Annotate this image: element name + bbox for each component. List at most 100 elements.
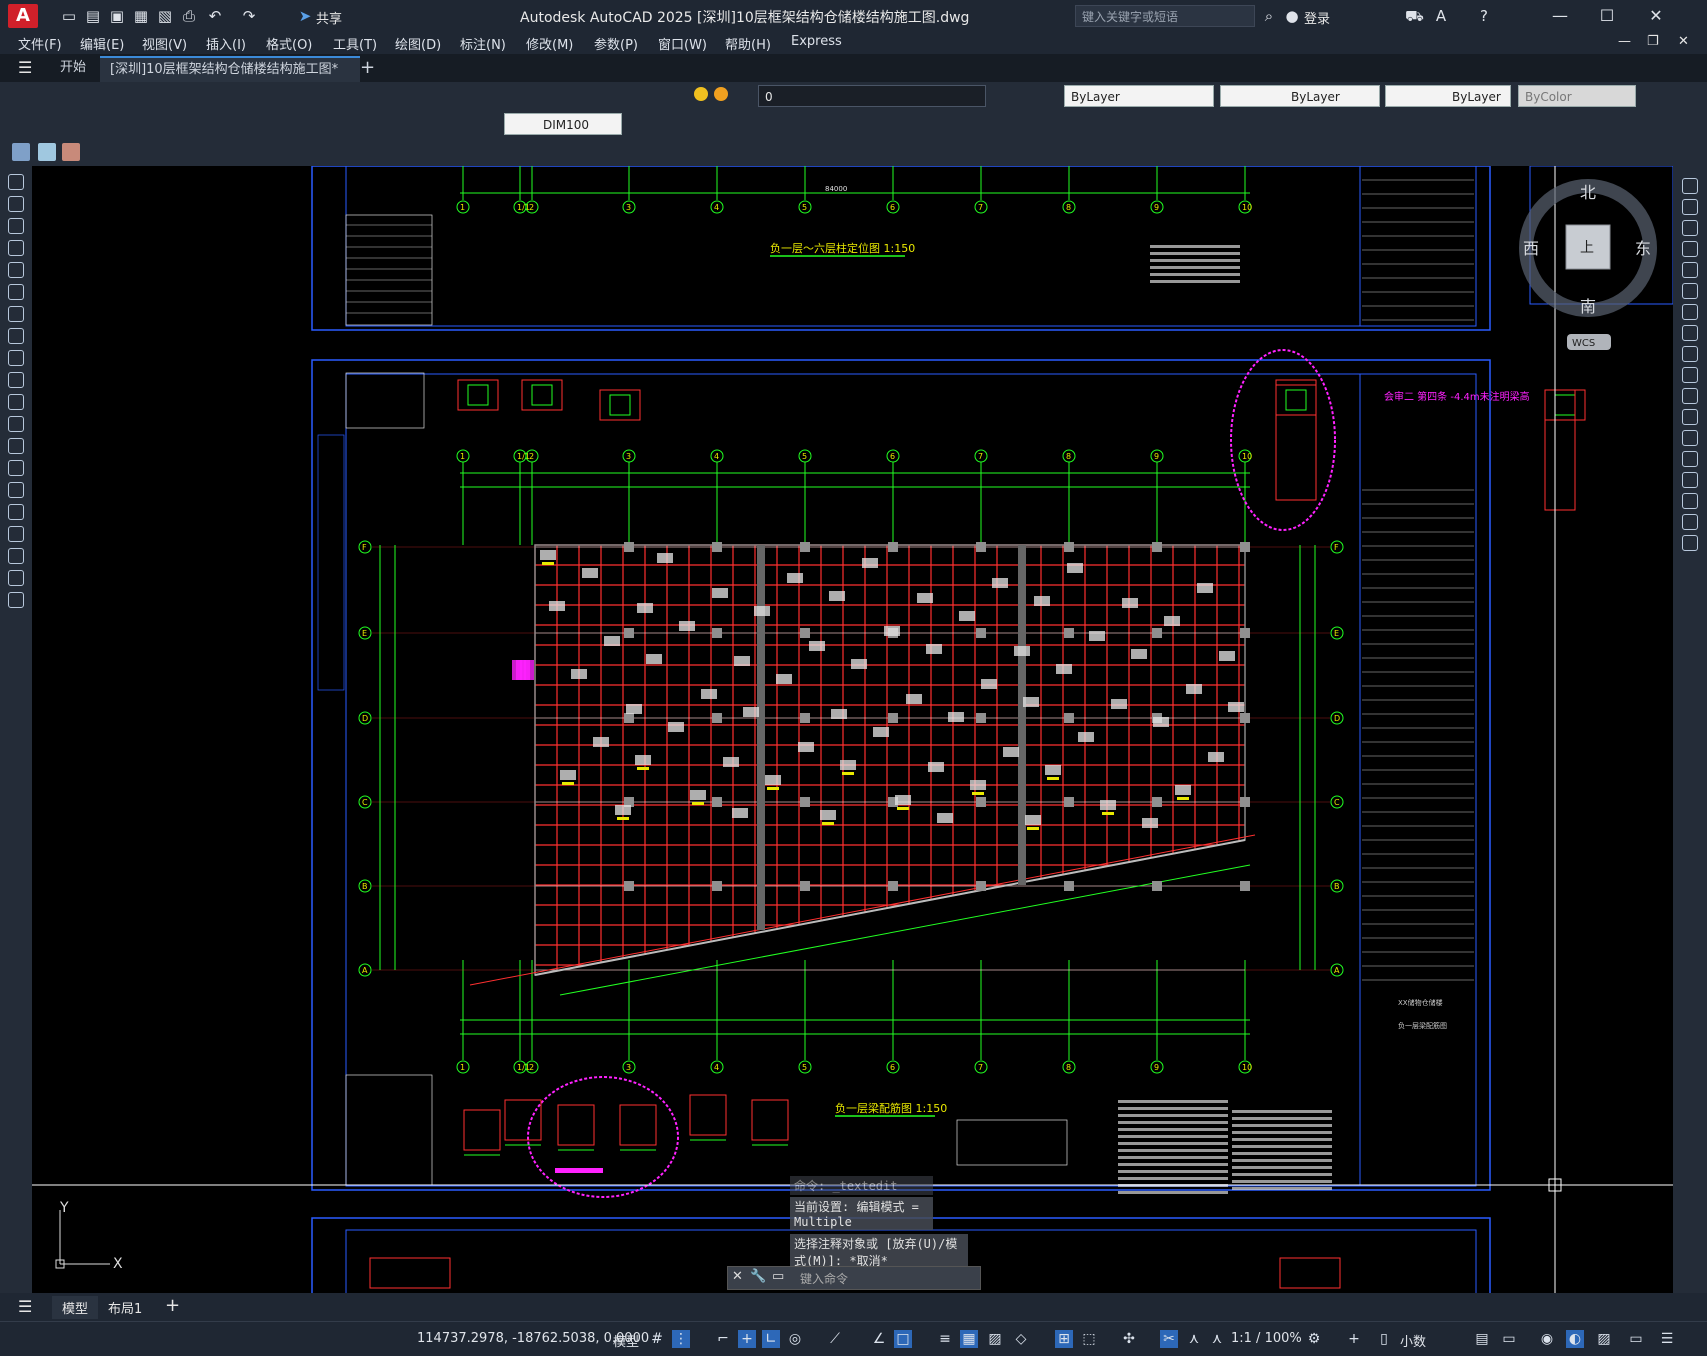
draw-tool-icon[interactable] [8, 372, 24, 388]
fullscreen-icon[interactable]: ▭ [1627, 1330, 1645, 1348]
draw-tool-icon[interactable] [8, 262, 24, 278]
command-input[interactable]: 键入命令 [800, 1270, 848, 1287]
plotstyle-dropdown[interactable]: ByColor [1518, 85, 1636, 107]
layer-dropdown[interactable]: 0 [758, 85, 986, 107]
ortho-icon[interactable]: ∟ [762, 1330, 780, 1348]
add-layout-button[interactable]: + [165, 1295, 180, 1316]
lineweight-icon[interactable]: ≡ [936, 1330, 954, 1348]
doc-restore-button[interactable]: ❐ [1647, 34, 1659, 49]
draw-tool-icon[interactable] [8, 416, 24, 432]
dynamic-input-icon[interactable]: + [738, 1330, 756, 1348]
clean-screen-icon[interactable]: ▨ [1595, 1330, 1613, 1348]
transparency-icon[interactable]: ▦ [960, 1330, 978, 1348]
menu-file[interactable]: 文件(F) [18, 34, 62, 53]
minimize-button[interactable]: — [1540, 4, 1580, 28]
menu-modify[interactable]: 修改(M) [526, 34, 573, 53]
workspace-gear-icon[interactable]: ⚙ [1305, 1330, 1323, 1348]
draw-tool-icon[interactable] [8, 196, 24, 212]
modify-tool-icon[interactable] [1682, 262, 1698, 278]
tab-drawing[interactable]: [深圳]10层框架结构仓储楼结构施工图* ✕ [100, 56, 360, 101]
doc-minimize-button[interactable]: — [1618, 34, 1631, 49]
save-icon[interactable]: ▣ [108, 7, 126, 25]
modify-tool-icon[interactable] [1682, 535, 1698, 551]
object-snap-icon[interactable]: □ [894, 1330, 912, 1348]
draw-tool-icon[interactable] [8, 394, 24, 410]
drawing-canvas[interactable]: XX储物仓储楼 负一层梁配筋图 1 1/1 2 3 4 5 6 7 8 9 10 84000 负一层… [32, 166, 1673, 1293]
open-icon[interactable]: ▤ [84, 7, 102, 25]
snap-icon[interactable]: ⋮ [672, 1330, 690, 1348]
menu-tools[interactable]: 工具(T) [333, 34, 377, 53]
layer-freeze-icon[interactable] [714, 87, 728, 101]
units-icon[interactable]: ▯ [1375, 1330, 1393, 1348]
redo-icon[interactable]: ↷ [240, 7, 258, 25]
gizmo-icon[interactable]: ✣ [1120, 1330, 1138, 1348]
draw-tool-icon[interactable] [8, 526, 24, 542]
new-icon[interactable]: ▭ [60, 7, 78, 25]
modify-tool-icon[interactable] [1682, 178, 1698, 194]
infer-icon[interactable]: ⌐ [714, 1330, 732, 1348]
draw-tool-icon[interactable] [8, 284, 24, 300]
grid-icon[interactable]: # [648, 1330, 666, 1348]
draw-tool-icon[interactable] [8, 350, 24, 366]
modify-tool-icon[interactable] [1682, 409, 1698, 425]
menu-window[interactable]: 窗口(W) [658, 34, 707, 53]
command-customize-icon[interactable]: 🔧 [750, 1269, 766, 1284]
plot-icon[interactable]: ⎙ [180, 7, 198, 25]
draw-tool-icon[interactable] [8, 328, 24, 344]
tab-layout1[interactable]: 布局1 [108, 1298, 142, 1317]
linetype-dropdown[interactable]: ByLayer [1220, 85, 1380, 107]
app-logo[interactable]: A [8, 4, 38, 28]
draw-tool-icon[interactable] [8, 438, 24, 454]
modify-tool-icon[interactable] [1682, 220, 1698, 236]
web-mobile-icon[interactable]: ▧ [156, 7, 174, 25]
login-button[interactable]: 登录 [1304, 8, 1330, 27]
modify-tool-icon[interactable] [1682, 388, 1698, 404]
new-tab-button[interactable]: + [350, 56, 385, 80]
draw-tool-icon[interactable] [8, 460, 24, 476]
annotation-visibility-icon[interactable]: ✂ [1160, 1330, 1178, 1348]
maximize-button[interactable]: ☐ [1587, 4, 1627, 28]
search-icon[interactable]: ⌕ [1260, 7, 1278, 25]
tab-model[interactable]: 模型 [52, 1296, 99, 1319]
model-space-toggle[interactable]: 模型 [613, 1331, 639, 1350]
menu-insert[interactable]: 插入(I) [206, 34, 246, 53]
share-icon[interactable]: ➤ [296, 7, 314, 25]
autodesk-a360-icon[interactable]: A [1432, 7, 1450, 25]
modify-tool-icon[interactable] [1682, 346, 1698, 362]
modify-tool-icon[interactable] [1682, 283, 1698, 299]
annotation-scale-readout[interactable]: 1:1 / 100% [1231, 1331, 1302, 1346]
draw-tool-icon[interactable] [8, 306, 24, 322]
undo-icon[interactable]: ↶ [206, 7, 224, 25]
polar-icon[interactable]: ◎ [786, 1330, 804, 1348]
menu-format[interactable]: 格式(O) [266, 34, 312, 53]
cart-icon[interactable]: ⛟ [1405, 7, 1424, 25]
menu-parametric[interactable]: 参数(P) [594, 34, 638, 53]
hardware-acceleration-icon[interactable]: ◐ [1566, 1330, 1584, 1348]
annotation-monitor-icon[interactable]: + [1345, 1330, 1363, 1348]
draw-tool-icon[interactable] [8, 482, 24, 498]
customization-icon[interactable]: ☰ [1658, 1330, 1676, 1348]
quick-properties-icon[interactable]: ▤ [1473, 1330, 1491, 1348]
command-close-icon[interactable]: ✕ [732, 1269, 743, 1284]
draw-tool-icon[interactable] [8, 218, 24, 234]
isodraft-icon[interactable]: ⟋ [826, 1330, 844, 1348]
doc-close-button[interactable]: ✕ [1678, 34, 1689, 49]
menu-express[interactable]: Express [791, 34, 842, 49]
search-input[interactable]: 键入关键字或短语 [1075, 5, 1255, 27]
selection-filter-icon[interactable]: ⬚ [1080, 1330, 1098, 1348]
modify-tool-icon[interactable] [1682, 367, 1698, 383]
modify-tool-icon[interactable] [1682, 493, 1698, 509]
modify-tool-icon[interactable] [1682, 472, 1698, 488]
lock-ui-icon[interactable]: ▭ [1500, 1330, 1518, 1348]
layer-on-icon[interactable] [694, 87, 708, 101]
draw-tool-icon[interactable] [8, 504, 24, 520]
draw-tool-icon[interactable] [8, 570, 24, 586]
command-recent-icon[interactable]: ▭ [772, 1269, 784, 1284]
dynamic-ucs-icon[interactable]: ⊞ [1055, 1330, 1073, 1348]
menu-view[interactable]: 视图(V) [142, 34, 187, 53]
make-block-icon[interactable] [62, 143, 80, 161]
insert-block-icon[interactable] [38, 143, 56, 161]
modify-tool-icon[interactable] [1682, 199, 1698, 215]
modify-tool-icon[interactable] [1682, 325, 1698, 341]
modify-tool-icon[interactable] [1682, 304, 1698, 320]
